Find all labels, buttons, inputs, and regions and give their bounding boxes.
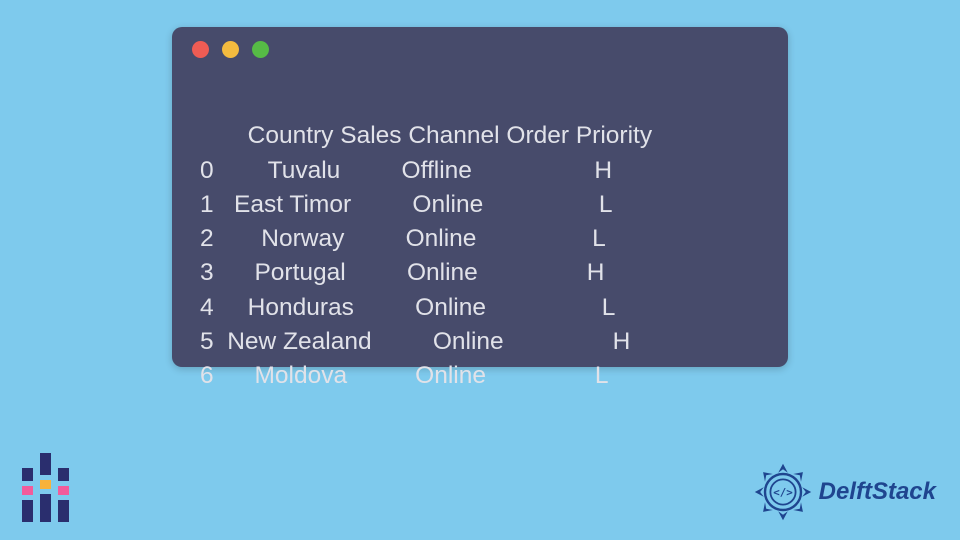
table-row: 2 Norway Online L [200, 225, 606, 252]
brand-logo: </> DelftStack [753, 462, 936, 522]
table-row: 3 Portugal Online H [200, 259, 604, 286]
minimize-icon[interactable] [222, 41, 239, 58]
terminal-window: Country Sales Channel Order Priority 0 T… [172, 27, 788, 367]
terminal-output: Country Sales Channel Order Priority 0 T… [172, 71, 788, 394]
table-row: 0 Tuvalu Offline H [200, 157, 612, 184]
bars-logo-icon [22, 453, 69, 522]
brand-name: DelftStack [819, 478, 936, 506]
table-row: 5 New Zealand Online H [200, 328, 630, 355]
close-icon[interactable] [192, 41, 209, 58]
table-row: 1 East Timor Online L [200, 191, 613, 218]
svg-text:</>: </> [773, 486, 793, 499]
window-title-bar [172, 27, 788, 71]
table-row: 4 Honduras Online L [200, 294, 615, 321]
maximize-icon[interactable] [252, 41, 269, 58]
table-row: 6 Moldova Online L [200, 362, 609, 389]
gear-icon: </> [753, 462, 813, 522]
table-header: Country Sales Channel Order Priority [200, 122, 652, 149]
